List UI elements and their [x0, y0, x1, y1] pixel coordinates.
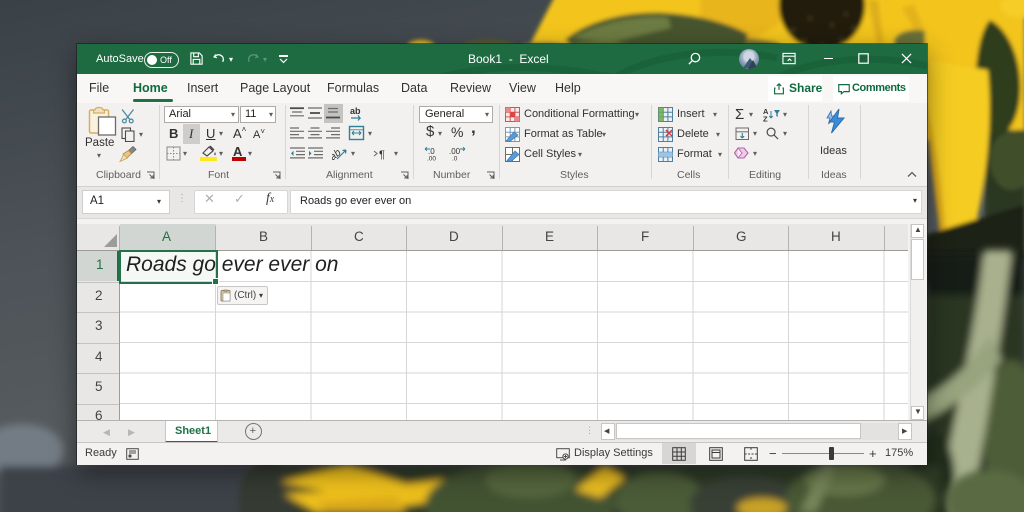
svg-text:.00: .00 [427, 156, 436, 162]
svg-text:¶: ¶ [379, 149, 385, 160]
svg-text:Z: Z [763, 115, 768, 123]
svg-text:.0: .0 [452, 156, 458, 162]
svg-text:ab: ab [350, 106, 361, 116]
